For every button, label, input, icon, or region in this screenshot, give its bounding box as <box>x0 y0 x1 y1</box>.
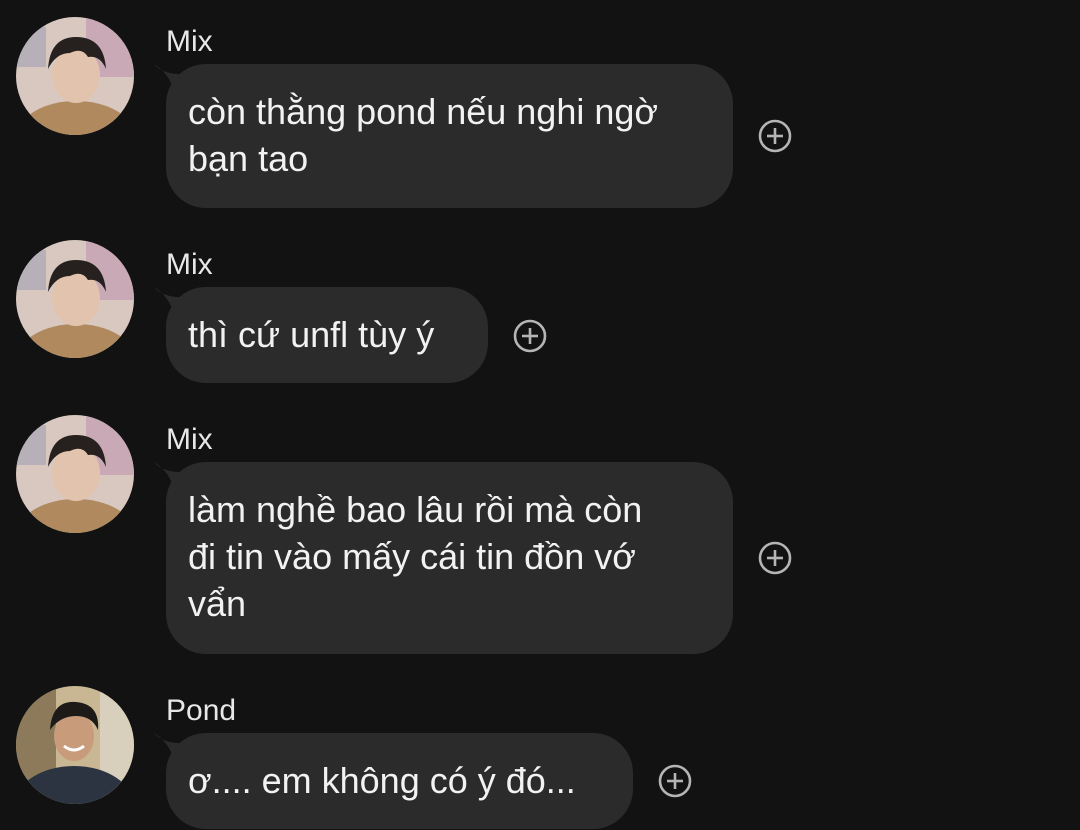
message-text-line: bạn tao <box>188 138 309 179</box>
sender-avatar[interactable] <box>16 17 134 135</box>
sender-avatar[interactable] <box>16 415 134 533</box>
chat-thread: Mix còn thằng pond nếu nghi ngờ bạn tao <box>0 0 1080 830</box>
message-bubble[interactable]: làm nghề bao lâu rồi mà còn đi tin vào m… <box>166 462 733 654</box>
message-text-line: đi tin vào mấy cái tin đồn vớ <box>188 536 636 577</box>
sender-name: Mix <box>166 423 213 456</box>
sender-avatar[interactable] <box>16 686 134 804</box>
add-reaction-icon[interactable] <box>758 119 792 153</box>
message-text-line: còn thằng pond nếu nghi ngờ <box>188 91 659 132</box>
message-bubble[interactable]: còn thằng pond nếu nghi ngờ bạn tao <box>166 64 733 208</box>
message-bubble[interactable]: ơ.... em không có ý đó... <box>166 733 633 829</box>
sender-name: Mix <box>166 25 213 58</box>
add-reaction-icon[interactable] <box>513 319 547 353</box>
add-reaction-icon[interactable] <box>758 541 792 575</box>
add-reaction-icon[interactable] <box>658 764 692 798</box>
sender-avatar[interactable] <box>16 240 134 358</box>
message-text-line: vẩn <box>188 583 247 624</box>
message-text-line: ơ.... em không có ý đó... <box>188 760 576 801</box>
message-text-line: thì cứ unfl tùy ý <box>188 314 435 355</box>
message-bubble[interactable]: thì cứ unfl tùy ý <box>166 287 488 383</box>
sender-name: Pond <box>166 694 237 727</box>
message-text-line: làm nghề bao lâu rồi mà còn <box>188 489 643 530</box>
sender-name: Mix <box>166 248 213 281</box>
